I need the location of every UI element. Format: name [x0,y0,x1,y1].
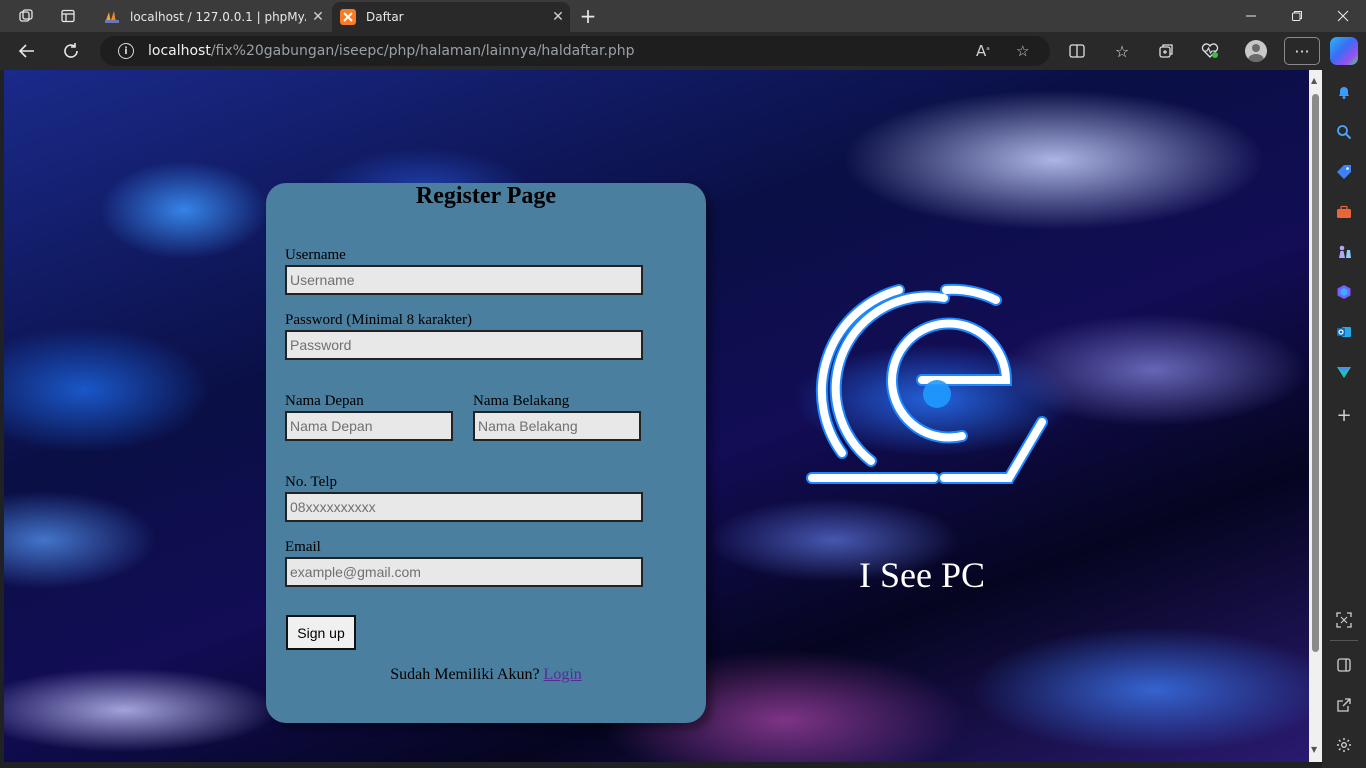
copilot-icon[interactable] [1330,37,1358,65]
notifications-bell-icon[interactable] [1334,82,1354,102]
games-chess-icon[interactable] [1334,242,1354,262]
shopping-tag-icon[interactable] [1334,162,1354,182]
avatar-icon [1245,40,1267,62]
iseepc-logo [806,283,1048,484]
address-toolbar: i localhost/fix%20gabungan/iseepc/php/ha… [0,32,1366,70]
outlook-icon[interactable] [1334,322,1354,342]
url-text[interactable]: localhost/fix%20gabungan/iseepc/php/hala… [148,43,635,59]
tab-bar: localhost / 127.0.0.1 | phpMyAdmin ✕ Daf… [0,0,1366,32]
register-card: Register Page Username Password (Minimal… [266,183,706,723]
login-link[interactable]: Login [544,666,582,683]
drop-send-icon[interactable] [1334,362,1354,382]
password-input[interactable] [285,330,643,360]
username-input[interactable] [285,265,643,295]
profile-avatar[interactable] [1242,38,1270,64]
phpmyadmin-icon [104,9,120,25]
scroll-thumb[interactable] [1312,94,1319,652]
signup-button[interactable]: Sign up [286,615,356,650]
email-label: Email [285,539,321,555]
xampp-icon [340,9,356,25]
hide-sidebar-icon[interactable] [1334,655,1354,675]
new-tab-icon[interactable]: + [576,4,600,28]
edge-sidebar: + [1322,70,1366,768]
email-input[interactable] [285,557,643,587]
close-tab-icon[interactable]: ✕ [306,9,330,25]
brand-name: I See PC [859,555,985,595]
tools-briefcase-icon[interactable] [1334,202,1354,222]
address-bar[interactable]: i localhost/fix%20gabungan/iseepc/php/ha… [100,36,1050,66]
site-info-icon[interactable]: i [118,43,134,59]
favorite-star-icon[interactable]: ☆ [1016,42,1029,60]
scroll-up-icon[interactable]: ▲ [1311,76,1317,85]
sidebar-divider [1330,640,1358,641]
last-name-input[interactable] [473,411,641,441]
add-sidebar-app-icon[interactable]: + [1334,405,1354,426]
restore-icon[interactable] [1274,0,1320,32]
page-title: Register Page [415,183,557,209]
username-label: Username [285,247,346,263]
refresh-icon[interactable] [56,38,86,64]
collections-icon[interactable] [1152,38,1180,64]
sidebar-settings-gear-icon[interactable] [1334,735,1354,755]
close-window-icon[interactable] [1320,0,1366,32]
scroll-down-icon[interactable]: ▼ [1311,745,1317,754]
close-tab-icon[interactable]: ✕ [546,9,570,25]
tab-title: localhost / 127.0.0.1 | phpMyAdmin [130,10,306,24]
split-screen-icon[interactable] [1063,38,1091,64]
password-label: Password (Minimal 8 karakter) [285,312,473,328]
browser-essentials-icon[interactable] [1196,38,1224,64]
read-aloud-icon[interactable]: Aₐ [976,42,990,60]
last-name-label: Nama Belakang [473,393,570,409]
tab-phpmyadmin[interactable]: localhost / 127.0.0.1 | phpMyAdmin ✕ [96,2,330,32]
settings-more-icon[interactable]: ··· [1284,37,1320,65]
tab-actions-icon[interactable] [54,4,82,28]
login-prompt-text: Sudah Memiliki Akun? [390,666,540,683]
favorites-icon[interactable]: ☆ [1108,38,1136,64]
page-scrollbar[interactable]: ▲ ▼ [1309,70,1322,762]
search-icon[interactable] [1334,122,1354,142]
workspaces-icon[interactable] [12,4,40,28]
login-prompt: Sudah Memiliki Akun? Login [266,666,706,684]
screenshot-icon[interactable] [1334,610,1354,630]
back-icon[interactable] [12,38,42,64]
microsoft-365-icon[interactable] [1334,282,1354,302]
minimize-icon[interactable] [1228,0,1274,32]
first-name-input[interactable] [285,411,453,441]
phone-input[interactable] [285,492,643,522]
first-name-label: Nama Depan [285,393,364,409]
phone-label: No. Telp [285,474,338,490]
tab-title: Daftar [366,10,404,24]
open-external-icon[interactable] [1334,695,1354,715]
page-viewport: Register Page Username Password (Minimal… [4,70,1309,762]
tab-daftar[interactable]: Daftar ✕ [332,2,570,32]
